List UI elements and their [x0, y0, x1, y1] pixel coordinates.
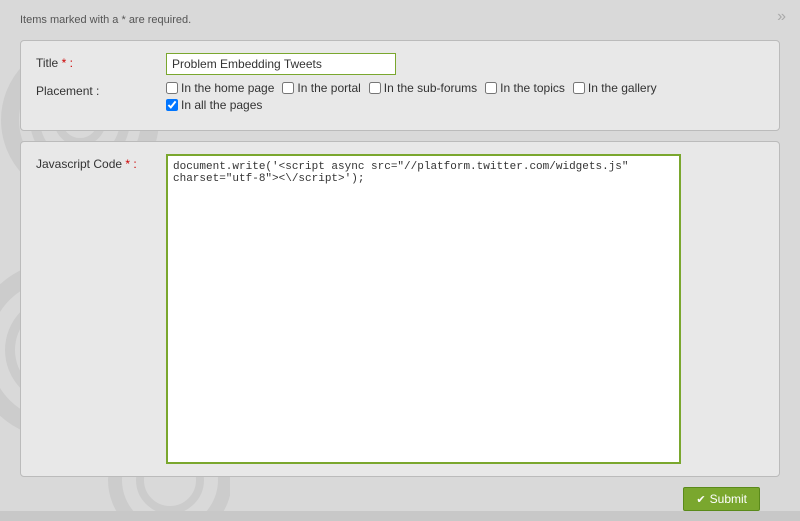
- required-note: Items marked with a * are required.: [20, 10, 780, 30]
- topics-checkbox[interactable]: [485, 82, 497, 94]
- placement-sub-forums[interactable]: In the sub-forums: [369, 81, 477, 95]
- js-code-textarea[interactable]: document.write('<script async src="//pla…: [166, 154, 681, 464]
- title-placement-section: Title * : Placement : In the home page: [20, 40, 780, 131]
- all-pages-checkbox[interactable]: [166, 99, 178, 111]
- js-section: Javascript Code * : document.write('<scr…: [20, 141, 780, 477]
- title-row: Title * :: [36, 53, 764, 75]
- placement-options: In the home page In the portal In the su…: [166, 81, 657, 112]
- js-required-star: * :: [122, 157, 137, 171]
- placement-line1: In the home page In the portal In the su…: [166, 81, 657, 95]
- placement-all-pages[interactable]: In all the pages: [166, 98, 262, 112]
- gallery-checkbox[interactable]: [573, 82, 585, 94]
- portal-checkbox[interactable]: [282, 82, 294, 94]
- submit-label: Submit: [710, 492, 747, 506]
- main-content: Items marked with a * are required. Titl…: [0, 0, 800, 521]
- placement-row: Placement : In the home page In the port…: [36, 81, 764, 112]
- placement-topics[interactable]: In the topics: [485, 81, 565, 95]
- submit-row: ✔ Submit: [20, 487, 780, 511]
- title-label: Title * :: [36, 53, 166, 70]
- title-input[interactable]: [166, 53, 396, 75]
- placement-home-page[interactable]: In the home page: [166, 81, 274, 95]
- page-wrapper: » Items marked with a * are required. Ti…: [0, 0, 800, 511]
- submit-icon: ✔: [696, 493, 705, 506]
- placement-label: Placement :: [36, 81, 166, 98]
- placement-portal[interactable]: In the portal: [282, 81, 360, 95]
- sub-forums-checkbox[interactable]: [369, 82, 381, 94]
- submit-button[interactable]: ✔ Submit: [683, 487, 760, 511]
- placement-line2: In all the pages: [166, 98, 657, 112]
- home-page-checkbox[interactable]: [166, 82, 178, 94]
- title-required-star: * :: [58, 56, 73, 70]
- placement-gallery[interactable]: In the gallery: [573, 81, 657, 95]
- js-row: Javascript Code * : document.write('<scr…: [36, 154, 764, 464]
- js-label: Javascript Code * :: [36, 154, 166, 171]
